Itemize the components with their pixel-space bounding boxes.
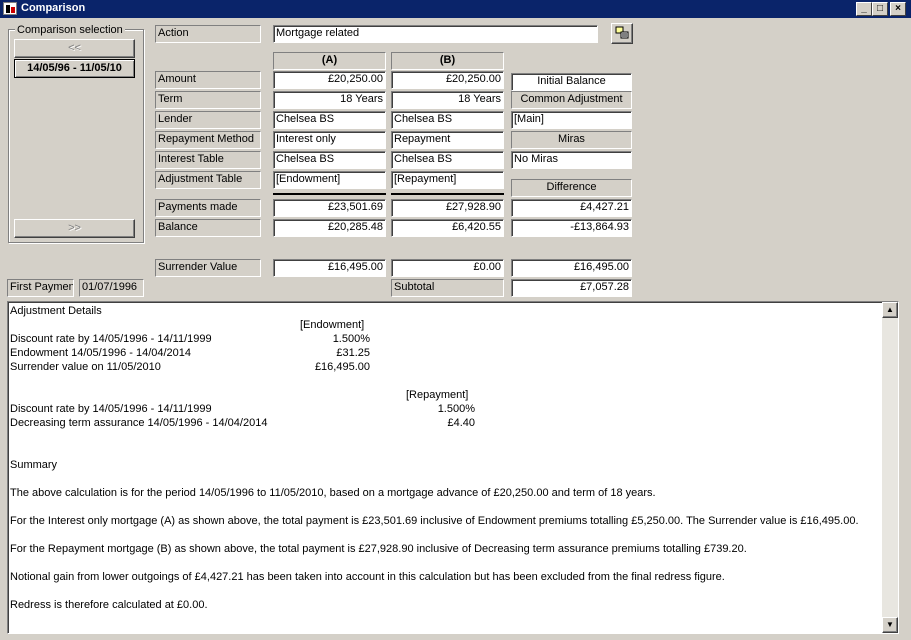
- endowment-header: [Endowment]: [300, 319, 365, 331]
- payments-made-difference-field[interactable]: £4,427.21: [511, 199, 632, 217]
- repayment-method-b-field[interactable]: Repayment: [391, 131, 504, 149]
- term-a-field[interactable]: 18 Years: [273, 91, 386, 109]
- endowment-line-value: 1.500%: [332, 333, 370, 345]
- common-adjustment-label: Common Adjustment: [511, 91, 632, 109]
- close-button[interactable]: ×: [890, 2, 906, 16]
- subtotal-label: Subtotal: [391, 279, 504, 297]
- lender-a-field[interactable]: Chelsea BS: [273, 111, 386, 129]
- surrender-value-a-field[interactable]: £16,495.00: [273, 259, 386, 277]
- adjustment-table-a-field[interactable]: [Endowment]: [273, 171, 386, 189]
- summary-heading: Summary: [10, 459, 58, 471]
- endowment-line-text: Discount rate by 14/05/1996 - 14/11/1999: [10, 333, 212, 345]
- interest-table-b-field[interactable]: Chelsea BS: [391, 151, 504, 169]
- payments-made-b-field[interactable]: £27,928.90: [391, 199, 504, 217]
- next-period-button[interactable]: >>: [14, 219, 135, 238]
- amount-b-field[interactable]: £20,250.00: [391, 71, 504, 89]
- repayment-line-text: Decreasing term assurance 14/05/1996 - 1…: [10, 417, 268, 429]
- column-b-header: (B): [391, 52, 504, 70]
- payments-made-a-field[interactable]: £23,501.69: [273, 199, 386, 217]
- amount-a-field[interactable]: £20,250.00: [273, 71, 386, 89]
- summary-paragraph: The above calculation is for the period …: [10, 487, 656, 499]
- repayment-method-a-field[interactable]: Interest only: [273, 131, 386, 149]
- surrender-value-label: Surrender Value: [155, 259, 261, 277]
- scroll-up-arrow-icon[interactable]: ▲: [882, 302, 898, 318]
- summary-paragraph: Redress is therefore calculated at £0.00…: [10, 599, 208, 611]
- endowment-line-value: £16,495.00: [314, 361, 370, 373]
- miras-label: Miras: [511, 131, 632, 149]
- lender-b-field[interactable]: Chelsea BS: [391, 111, 504, 129]
- surrender-value-difference-field[interactable]: £16,495.00: [511, 259, 632, 277]
- window-title: Comparison: [21, 2, 86, 14]
- adjustment-details-heading: Adjustment Details: [10, 305, 102, 317]
- endowment-line-value: £31.25: [336, 347, 370, 359]
- summary-paragraph: For the Repayment mortgage (B) as shown …: [10, 543, 747, 555]
- column-a-divider: [273, 193, 386, 195]
- repayment-line-value: £4.40: [447, 417, 475, 429]
- adjustment-details-panel[interactable]: Adjustment Details [Endowment] Discount …: [7, 301, 899, 634]
- term-b-field[interactable]: 18 Years: [391, 91, 504, 109]
- initial-balance-field: Initial Balance: [511, 73, 632, 91]
- interest-table-label: Interest Table: [155, 151, 261, 169]
- adjustment-table-b-field[interactable]: [Repayment]: [391, 171, 504, 189]
- summary-paragraph: For the Interest only mortgage (A) as sh…: [10, 515, 859, 527]
- column-a-header: (A): [273, 52, 386, 70]
- common-adjustment-field[interactable]: [Main]: [511, 111, 632, 129]
- column-b-divider: [391, 193, 504, 195]
- endowment-line-text: Surrender value on 11/05/2010: [10, 361, 161, 373]
- lookup-icon: [615, 26, 629, 39]
- maximize-button[interactable]: □: [872, 2, 888, 16]
- balance-difference-field[interactable]: -£13,864.93: [511, 219, 632, 237]
- interest-table-a-field[interactable]: Chelsea BS: [273, 151, 386, 169]
- app-icon: [3, 2, 17, 15]
- surrender-value-b-field[interactable]: £0.00: [391, 259, 504, 277]
- first-payment-label: First Payment: [7, 279, 74, 297]
- difference-label: Difference: [511, 179, 632, 197]
- repayment-method-label: Repayment Method: [155, 131, 261, 149]
- summary-paragraph: Notional gain from lower outgoings of £4…: [10, 571, 725, 583]
- balance-label: Balance: [155, 219, 261, 237]
- title-bar: Comparison _ □ ×: [0, 0, 911, 18]
- previous-period-button[interactable]: <<: [14, 39, 135, 58]
- payments-made-label: Payments made: [155, 199, 261, 217]
- period-selector-button[interactable]: 14/05/96 - 11/05/10: [14, 59, 135, 78]
- balance-b-field[interactable]: £6,420.55: [391, 219, 504, 237]
- action-field[interactable]: Mortgage related: [273, 25, 598, 43]
- comparison-selection-legend: Comparison selection: [15, 24, 125, 36]
- minimize-button[interactable]: _: [856, 2, 872, 16]
- action-lookup-button[interactable]: [611, 23, 633, 44]
- balance-a-field[interactable]: £20,285.48: [273, 219, 386, 237]
- miras-field[interactable]: No Miras: [511, 151, 632, 169]
- scroll-down-arrow-icon[interactable]: ▼: [882, 617, 898, 633]
- action-label: Action: [155, 25, 261, 43]
- adjustment-table-label: Adjustment Table: [155, 171, 261, 189]
- vertical-scrollbar[interactable]: ▲ ▼: [882, 302, 898, 633]
- first-payment-value: 01/07/1996: [79, 279, 144, 297]
- repayment-line-value: 1.500%: [437, 403, 475, 415]
- subtotal-field[interactable]: £7,057.28: [511, 279, 632, 297]
- lender-label: Lender: [155, 111, 261, 129]
- amount-label: Amount: [155, 71, 261, 89]
- term-label: Term: [155, 91, 261, 109]
- repayment-header: [Repayment]: [406, 389, 469, 401]
- endowment-line-text: Endowment 14/05/1996 - 14/04/2014: [10, 347, 192, 359]
- repayment-line-text: Discount rate by 14/05/1996 - 14/11/1999: [10, 403, 212, 415]
